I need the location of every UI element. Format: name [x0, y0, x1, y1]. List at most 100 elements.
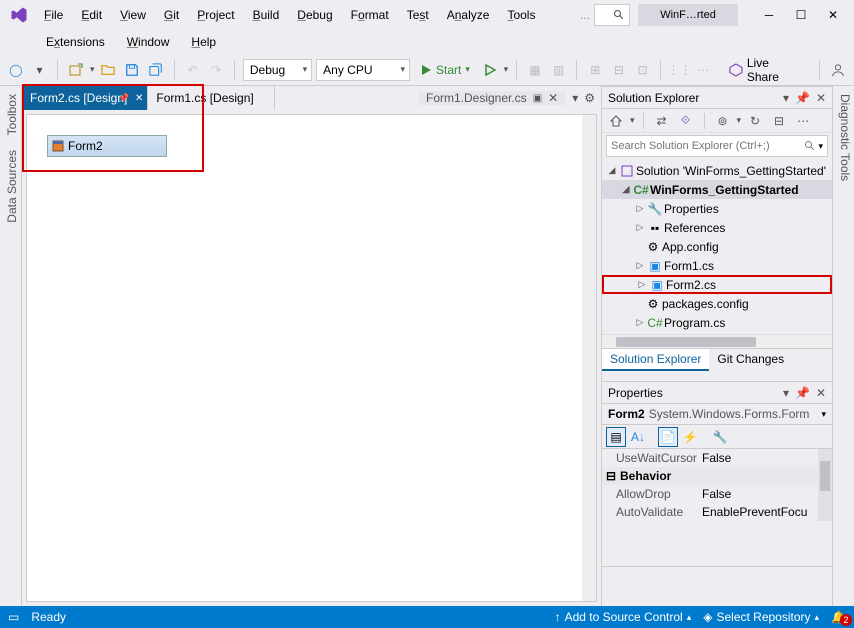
menu-test[interactable]: Test: [399, 4, 437, 26]
collapse-icon[interactable]: ⊟: [606, 469, 616, 483]
se-refresh-icon[interactable]: ↻: [745, 111, 765, 131]
close-preview-icon[interactable]: ✕: [548, 91, 558, 105]
close-button[interactable]: ✕: [818, 4, 848, 26]
config-combo[interactable]: Debug: [243, 59, 312, 81]
tree-form1[interactable]: ▷ ▣ Form1.cs: [602, 256, 832, 275]
expander-icon[interactable]: ◢: [620, 184, 632, 195]
quick-launch-search[interactable]: [594, 4, 630, 26]
property-pages-icon[interactable]: 🔧: [710, 427, 730, 447]
tree-properties[interactable]: ▷ 🔧 Properties: [602, 199, 832, 218]
undo-button[interactable]: ↶: [183, 60, 203, 80]
tab-designer-preview[interactable]: Form1.Designer.cs ▣ ✕: [418, 91, 566, 105]
tab-gear-icon[interactable]: ⚙: [584, 91, 595, 105]
menu-tools[interactable]: Tools: [499, 4, 543, 26]
align-btn-4[interactable]: ⋮⋮: [669, 60, 689, 80]
menu-view[interactable]: View: [112, 4, 154, 26]
menu-extensions[interactable]: Extensions: [36, 33, 115, 51]
form-designer[interactable]: Form2: [47, 135, 167, 157]
datasources-tab[interactable]: Data Sources: [5, 150, 19, 223]
promote-tab-icon[interactable]: ▣: [533, 93, 542, 104]
tree-program[interactable]: ▷ C# Program.cs: [602, 313, 832, 332]
panel-close-icon[interactable]: ✕: [816, 386, 826, 400]
status-repo[interactable]: ◈ Select Repository ▴: [703, 610, 819, 624]
pin-icon[interactable]: 📌: [118, 93, 129, 104]
expander-icon[interactable]: ▷: [634, 260, 646, 271]
tab-dropdown-icon[interactable]: ▾: [572, 91, 578, 105]
expander-icon[interactable]: ◢: [606, 165, 618, 176]
menu-analyze[interactable]: Analyze: [439, 4, 498, 26]
align-btn-3[interactable]: ⊡: [633, 60, 653, 80]
se-collapse-icon[interactable]: ⊟: [769, 111, 789, 131]
output-icon[interactable]: ▭: [8, 610, 19, 624]
panel-close-icon[interactable]: ✕: [816, 91, 826, 105]
maximize-button[interactable]: ☐: [786, 4, 816, 26]
status-source-control[interactable]: ↑ Add to Source Control ▴: [555, 610, 692, 624]
menu-help[interactable]: Help: [181, 33, 226, 51]
back-button[interactable]: ◯: [6, 60, 26, 80]
platform-combo[interactable]: Any CPU: [316, 59, 410, 81]
panel-dropdown-icon[interactable]: ▾: [783, 386, 789, 400]
save-all-button[interactable]: [146, 60, 166, 80]
properties-object-selector[interactable]: Form2 System.Windows.Forms.Form ▾: [602, 404, 832, 425]
prop-row[interactable]: UseWaitCursor False: [602, 449, 832, 467]
menu-file[interactable]: File: [36, 4, 71, 26]
expander-icon[interactable]: ▷: [636, 279, 648, 290]
liveshare-button[interactable]: Live Share: [721, 56, 811, 84]
diagnostic-tools-tab[interactable]: Diagnostic Tools: [838, 94, 852, 181]
layout-btn-1[interactable]: ▦: [525, 60, 545, 80]
status-notifications[interactable]: 🔔 2: [831, 610, 846, 624]
panel-dropdown-icon[interactable]: ▾: [783, 91, 789, 105]
save-button[interactable]: [122, 60, 142, 80]
se-sync-icon[interactable]: ⊚: [713, 111, 733, 131]
close-tab-icon[interactable]: ✕: [135, 93, 143, 104]
layout-btn-2[interactable]: ▥: [549, 60, 569, 80]
menu-project[interactable]: Project: [189, 4, 242, 26]
start-without-debug-button[interactable]: [480, 60, 500, 80]
solution-search-input[interactable]: [611, 140, 804, 152]
expander-icon[interactable]: ▷: [634, 317, 646, 328]
tab-form2-design[interactable]: Form2.cs [Design] 📌 ✕: [22, 86, 148, 110]
tree-appconfig[interactable]: ⚙ App.config: [602, 237, 832, 256]
align-btn-1[interactable]: ⊞: [585, 60, 605, 80]
prop-category[interactable]: ⊟ Behavior: [602, 467, 832, 485]
expander-icon[interactable]: ▷: [634, 203, 646, 214]
horizontal-scrollbar[interactable]: [602, 334, 832, 348]
solution-search[interactable]: ▾: [606, 135, 828, 157]
alphabetical-icon[interactable]: A↓: [628, 427, 648, 447]
events-icon[interactable]: ⚡: [680, 427, 700, 447]
new-project-button[interactable]: [66, 60, 86, 80]
menu-window[interactable]: Window: [117, 33, 180, 51]
expander-icon[interactable]: ▷: [634, 222, 646, 233]
panel-pin-icon[interactable]: 📌: [795, 386, 810, 400]
start-button[interactable]: Start ▾: [414, 63, 476, 77]
toolbox-tab[interactable]: Toolbox: [5, 94, 19, 135]
open-file-button[interactable]: [99, 60, 119, 80]
tab-solution-explorer[interactable]: Solution Explorer: [602, 349, 709, 371]
menu-format[interactable]: Format: [343, 4, 397, 26]
nav-dropdown[interactable]: ▾: [30, 60, 50, 80]
redo-button[interactable]: ↷: [206, 60, 226, 80]
menu-git[interactable]: Git: [156, 4, 187, 26]
tree-project[interactable]: ◢ C# WinForms_GettingStarted: [602, 180, 832, 199]
panel-pin-icon[interactable]: 📌: [795, 91, 810, 105]
account-button[interactable]: [828, 60, 848, 80]
align-btn-2[interactable]: ⊟: [609, 60, 629, 80]
minimize-button[interactable]: ─: [754, 4, 784, 26]
prop-row[interactable]: AutoValidate EnablePreventFocu: [602, 503, 832, 521]
prop-row[interactable]: AllowDrop False: [602, 485, 832, 503]
menu-edit[interactable]: Edit: [73, 4, 110, 26]
design-surface[interactable]: Form2: [26, 114, 597, 602]
align-btn-5[interactable]: ⋯: [693, 60, 713, 80]
se-showall-icon[interactable]: ⋯: [793, 111, 813, 131]
se-pending-icon[interactable]: ⟐: [676, 111, 696, 131]
se-switch-views-icon[interactable]: ⇄: [652, 111, 672, 131]
tab-git-changes[interactable]: Git Changes: [709, 349, 792, 371]
tree-solution[interactable]: ◢ Solution 'WinForms_GettingStarted': [602, 161, 832, 180]
tree-packages[interactable]: ⚙ packages.config: [602, 294, 832, 313]
categorized-icon[interactable]: ▤: [606, 427, 626, 447]
menu-debug[interactable]: Debug: [289, 4, 340, 26]
tab-form1-design[interactable]: Form1.cs [Design]: [148, 86, 274, 110]
menu-build[interactable]: Build: [245, 4, 288, 26]
tree-form2[interactable]: ▷ ▣ Form2.cs: [602, 275, 832, 294]
tree-references[interactable]: ▷ ▪▪ References: [602, 218, 832, 237]
